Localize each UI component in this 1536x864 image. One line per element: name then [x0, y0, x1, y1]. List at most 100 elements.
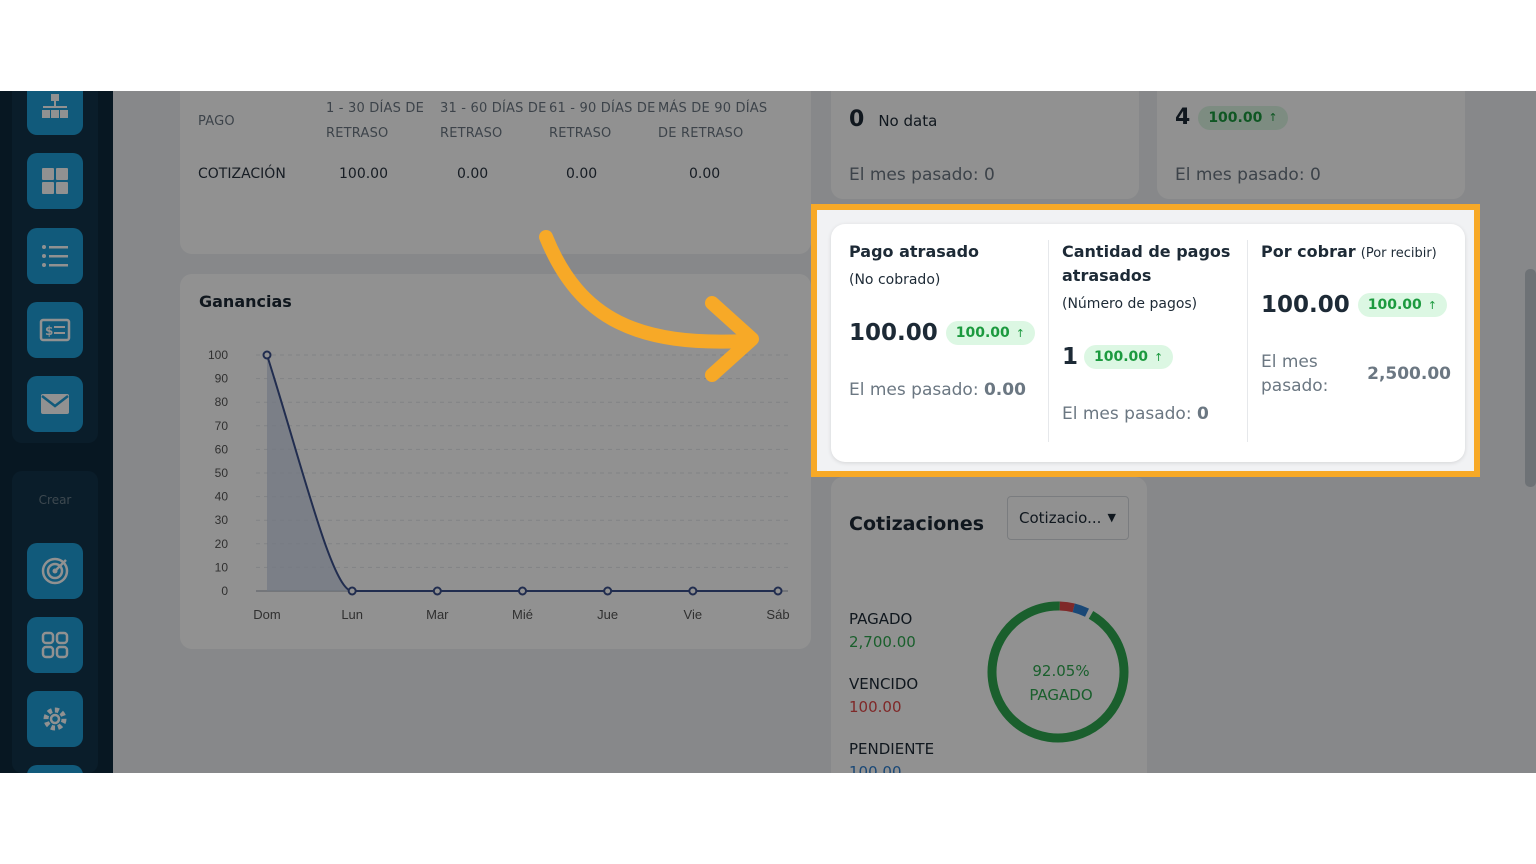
- sidebar-more-button[interactable]: [27, 765, 83, 773]
- table-row-header: PAGO: [198, 114, 235, 129]
- data-point: [262, 350, 272, 360]
- list-icon: [42, 245, 68, 267]
- stat-label: No data: [878, 112, 938, 130]
- column-divider: [1247, 240, 1248, 442]
- table-row-label: COTIZACIÓN: [198, 166, 286, 182]
- y-tick-label: 50: [215, 466, 229, 480]
- data-point: [518, 586, 527, 596]
- stat-card-no-data: 0 No data El mes pasado: 0: [831, 91, 1139, 199]
- y-tick-label: 100: [208, 348, 228, 362]
- x-tick-label: Sáb: [766, 607, 789, 622]
- overdue-payments-card: Pago atrasado (No cobrado) 100.00 100.00…: [831, 224, 1465, 462]
- donut-center-label: 92.05% PAGADO: [1029, 662, 1093, 704]
- sidebar-settings-button[interactable]: [27, 691, 83, 747]
- tutorial-arrow-icon: [539, 230, 759, 382]
- y-tick-label: 10: [215, 560, 229, 574]
- y-tick-label: 60: [215, 442, 229, 456]
- legend-item: PAGADO 2,700.00: [849, 610, 916, 651]
- org-chart-icon: [42, 94, 68, 118]
- arrow-up-icon: ↑: [1154, 350, 1164, 364]
- y-tick-label: 90: [215, 372, 229, 386]
- table-cell: 0.00: [566, 166, 598, 182]
- y-tick-label: 40: [215, 490, 229, 504]
- y-tick-label: 70: [215, 419, 229, 433]
- stat-previous: El mes pasado: 0: [1175, 165, 1321, 185]
- data-point: [432, 586, 442, 596]
- data-point: [773, 586, 783, 596]
- y-tick-label: 0: [221, 584, 228, 598]
- sidebar-apps-button[interactable]: [27, 617, 83, 673]
- overdue-count-title: Cantidad de pagos atrasados: [1062, 242, 1231, 285]
- sidebar: $ Crear: [0, 91, 113, 773]
- cotizaciones-dropdown[interactable]: Cotizacio... ▼: [1007, 496, 1129, 540]
- overdue-value: 100.00: [849, 320, 938, 346]
- apps-icon: [41, 631, 69, 659]
- trend-pill: 100.00 ↑: [1357, 293, 1448, 317]
- overdue-previous: El mes pasado: 0.00: [849, 380, 1026, 400]
- overdue-count-subtitle: (Número de pagos): [1062, 296, 1198, 312]
- data-point: [347, 586, 357, 596]
- mail-icon: [41, 394, 69, 414]
- y-tick-label: 30: [215, 513, 229, 527]
- overdue-count-previous: El mes pasado: 0: [1062, 404, 1209, 424]
- data-point: [603, 586, 613, 596]
- stat-card-count: 4 100.00 ↑ El mes pasado: 0: [1157, 91, 1465, 199]
- x-tick-label: Vie: [684, 607, 703, 622]
- x-tick-label: Jue: [597, 607, 618, 622]
- table-column-header: MÁS DE 90 DÍAS DE RETRASO: [658, 101, 768, 141]
- sidebar-mail-button[interactable]: [27, 376, 83, 432]
- arrow-up-icon: ↑: [1268, 111, 1278, 124]
- overdue-title: Pago atrasado: [849, 242, 980, 261]
- trend-pill: 100.00 ↑: [1198, 105, 1288, 130]
- dropdown-value: Cotizacio...: [1019, 509, 1102, 527]
- trend-pill: 100.00 ↑: [945, 321, 1036, 345]
- billing-icon: $: [39, 318, 71, 342]
- caret-down-icon: ▼: [1107, 511, 1116, 524]
- y-tick-label: 80: [215, 395, 229, 409]
- legend-item: VENCIDO 100.00: [849, 675, 919, 716]
- table-column-header: 31 - 60 DÍAS DE RETRASO: [440, 101, 547, 141]
- sidebar-org-chart-button[interactable]: [27, 91, 83, 135]
- receivable-title: Por cobrar (Por recibir): [1261, 242, 1437, 261]
- sidebar-target-button[interactable]: [27, 543, 83, 599]
- overdue-subtitle: (No cobrado): [849, 272, 941, 288]
- stat-value: 4: [1175, 105, 1191, 130]
- sidebar-create-label: Crear: [38, 493, 72, 507]
- sidebar-list-button[interactable]: [27, 228, 83, 284]
- legend-item: PENDIENTE 100.00: [849, 740, 935, 773]
- page-scrollbar[interactable]: [1525, 269, 1536, 487]
- table-cell: 0.00: [457, 166, 489, 182]
- stat-previous: El mes pasado: 0: [849, 165, 995, 185]
- grid-icon: [42, 168, 68, 194]
- data-point: [688, 586, 698, 596]
- arrow-up-icon: ↑: [1015, 326, 1026, 340]
- cotizaciones-title: Cotizaciones: [849, 513, 985, 535]
- table-column-header: 61 - 90 DÍAS DE RETRASO: [549, 101, 656, 141]
- cotizaciones-card: Cotizaciones Cotizacio... ▼ PAGADO 2,700…: [831, 477, 1147, 773]
- svg-text:$: $: [45, 324, 53, 338]
- y-tick-label: 20: [215, 537, 229, 551]
- table-cell: 100.00: [339, 166, 388, 182]
- receivable-column: Por cobrar (Por recibir) 100.00 100.00 ↑ …: [1261, 224, 1451, 462]
- table-cell: 0.00: [689, 166, 721, 182]
- receivable-value: 100.00: [1261, 292, 1350, 318]
- overdue-count-value: 1: [1062, 344, 1079, 370]
- arrow-up-icon: ↑: [1427, 298, 1438, 312]
- receivable-previous-value: 2,500.00: [1367, 364, 1451, 384]
- column-divider: [1048, 240, 1049, 442]
- x-tick-label: Lun: [341, 607, 363, 622]
- x-tick-label: Dom: [253, 607, 280, 622]
- overdue-column: Pago atrasado (No cobrado) 100.00 100.00…: [849, 224, 1049, 462]
- overdue-count-column: Cantidad de pagos atrasados (Número de p…: [1062, 224, 1242, 462]
- trend-pill: 100.00 ↑: [1084, 345, 1174, 369]
- settings-icon: [43, 707, 67, 731]
- sidebar-billing-button[interactable]: $: [27, 302, 83, 358]
- x-tick-label: Mar: [426, 607, 449, 622]
- table-column-header: 1 - 30 DÍAS DE RETRASO: [326, 101, 425, 141]
- sidebar-dashboard-button[interactable]: [27, 153, 83, 209]
- target-icon: [41, 557, 69, 585]
- app-viewport: $ Crear PAGO 1 - 30 DÍAS DE RETRASO 31 -…: [0, 91, 1536, 773]
- receivable-previous-label: El mes pasado:: [1261, 352, 1329, 396]
- stat-value: 0: [849, 107, 865, 132]
- x-tick-label: Mié: [512, 607, 533, 622]
